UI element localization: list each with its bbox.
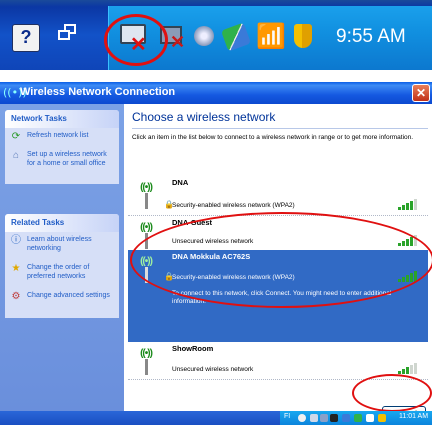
network-tasks-header[interactable]: Network Tasks [5, 110, 119, 128]
setup-wireless-network-link[interactable]: ⌂ Set up a wireless network for a home o… [5, 147, 119, 171]
info-icon: ⓘ [11, 235, 21, 246]
related-tasks-panel: Related Tasks ⓘ Learn about wireless net… [5, 214, 119, 318]
wireless-antenna-icon: ((•)) [134, 348, 158, 376]
close-button[interactable]: ✕ [412, 84, 430, 102]
restore-windows-icon[interactable] [58, 24, 86, 52]
network-item-dna[interactable]: ((•)) DNA 🔒 Security-enabled wireless ne… [128, 176, 428, 216]
page-title: Choose a wireless network [132, 110, 276, 124]
task-label: Learn about wireless networking [27, 236, 92, 252]
wireless-antenna-icon: ((•)) [134, 182, 158, 210]
bluetooth-icon[interactable] [342, 414, 350, 422]
related-tasks-header[interactable]: Related Tasks [5, 214, 119, 232]
network-ssid: DNA [172, 178, 189, 187]
learn-wireless-link[interactable]: ⓘ Learn about wireless networking [5, 232, 119, 256]
close-icon: ✕ [415, 86, 427, 100]
sync-icon[interactable] [220, 22, 252, 52]
annotation-circle-selected-network [130, 212, 432, 308]
signal-strength-icon [398, 362, 420, 374]
security-shield-icon[interactable] [378, 414, 386, 422]
network-security: Security-enabled wireless network (WPA2) [172, 202, 295, 209]
wireless-title-icon: ((•)) [3, 86, 27, 99]
settings-icon: ⚙ [11, 291, 21, 302]
heading-divider [132, 128, 428, 129]
instructions-text: Click an item in the list below to conne… [132, 134, 414, 141]
wifi-icon[interactable]: 📶 [254, 22, 286, 52]
network-disconnected-secondary-icon[interactable] [320, 414, 328, 422]
taskbar: FI 11:01 AM [0, 411, 432, 425]
title-bar[interactable]: ((•)) Wireless Network Connection ✕ [0, 82, 432, 104]
network-tasks-panel: Network Tasks ⟳ Refresh network list ⌂ S… [5, 110, 119, 184]
signal-strength-icon [398, 198, 420, 210]
taskbar-clock[interactable]: 11:01 AM [399, 413, 428, 420]
task-label: Set up a wireless network for a home or … [27, 151, 107, 167]
task-pane: Network Tasks ⟳ Refresh network list ⌂ S… [0, 104, 124, 411]
setup-network-icon: ⌂ [12, 150, 20, 161]
security-shield-icon[interactable] [290, 22, 320, 52]
annotation-circle-connect-button [352, 374, 432, 412]
refresh-network-list-link[interactable]: ⟳ Refresh network list [5, 128, 119, 143]
task-label: Refresh network list [27, 132, 89, 139]
spacer [0, 70, 432, 82]
help-icon[interactable]: ? [12, 24, 40, 52]
window-title: Wireless Network Connection [20, 86, 176, 98]
change-preferred-order-link[interactable]: ★ Change the order of preferred networks [5, 260, 119, 284]
sync-icon[interactable] [354, 414, 362, 422]
star-icon: ★ [11, 263, 21, 274]
volume-icon[interactable] [330, 414, 338, 422]
task-label: Change advanced settings [27, 292, 110, 299]
network-security: Unsecured wireless network [172, 366, 254, 373]
network-ssid: ShowRoom [172, 344, 214, 353]
wifi-icon[interactable] [366, 414, 374, 422]
language-indicator[interactable]: FI [284, 413, 290, 420]
tray-icon[interactable] [298, 414, 306, 422]
network-disconnected-icon[interactable] [310, 414, 318, 422]
refresh-icon: ⟳ [11, 131, 21, 142]
tray-clock[interactable]: 9:55 AM [336, 26, 406, 48]
task-label: Change the order of preferred networks [27, 264, 90, 280]
annotation-circle-network-icon [104, 14, 168, 66]
zoomed-taskbar: ? ✕ ✕ 📶 9:55 AM [0, 0, 432, 70]
change-advanced-settings-link[interactable]: ⚙ Change advanced settings [5, 288, 119, 303]
volume-icon[interactable] [190, 22, 220, 52]
network-item-showroom[interactable]: ((•)) ShowRoom Unsecured wireless networ… [128, 342, 428, 378]
